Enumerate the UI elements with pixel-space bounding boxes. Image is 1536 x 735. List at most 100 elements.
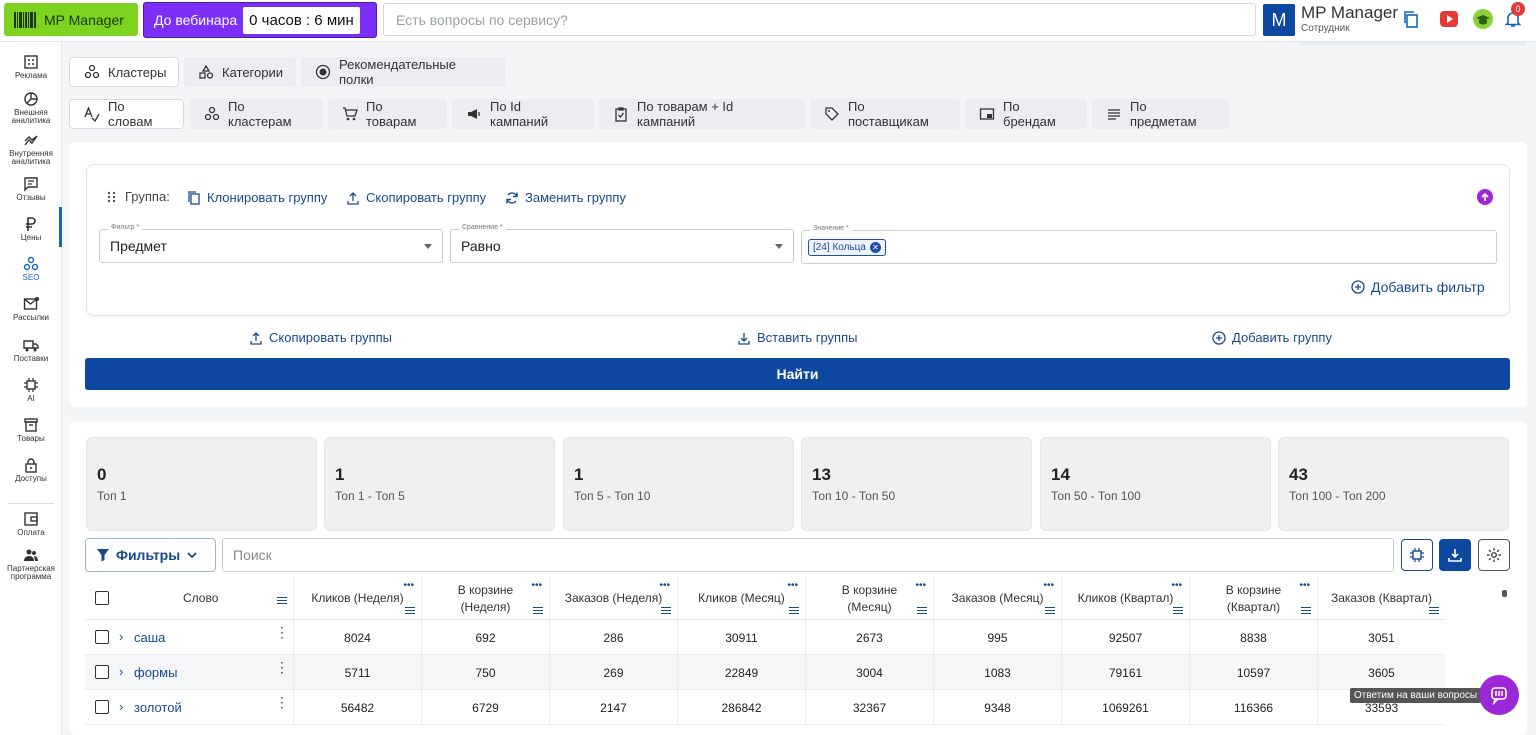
table-row[interactable]: › формы ⋮ 5711 750 269 22849 3004 1083 7… xyxy=(85,655,1445,690)
column-menu-icon[interactable] xyxy=(1429,607,1439,614)
column-menu-icon[interactable] xyxy=(1045,607,1055,614)
row-checkbox[interactable] xyxy=(95,630,109,644)
copy-group-button[interactable]: Скопировать группу xyxy=(346,190,486,205)
table-settings-button[interactable] xyxy=(1478,539,1510,571)
value-field[interactable]: Значение * [24] Кольца ✕ xyxy=(801,225,1497,264)
paste-groups-button[interactable]: Вставить группы xyxy=(737,330,857,345)
sidebar-item-prices[interactable]: Цены xyxy=(0,216,62,242)
sidebar-item-label: Товары xyxy=(17,434,45,443)
row-menu-icon[interactable]: ⋮ xyxy=(275,695,289,709)
table-row[interactable]: › саша ⋮ 8024 692 286 30911 2673 995 925… xyxy=(85,620,1445,655)
stat-card[interactable]: 14 Топ 50 - Топ 100 xyxy=(1040,437,1271,531)
remove-tag-icon[interactable]: ✕ xyxy=(869,241,881,253)
sidebar-item-partners[interactable]: Партнерская программа xyxy=(0,547,62,581)
tab-by-campaign-ids[interactable]: По Id кампаний xyxy=(452,99,594,129)
sidebar-item-supplies[interactable]: Поставки xyxy=(0,337,62,363)
keyword-link[interactable]: золотой xyxy=(134,700,182,715)
stat-card[interactable]: 1 Топ 1 - Топ 5 xyxy=(324,437,555,531)
copy-groups-button[interactable]: Скопировать группы xyxy=(249,330,392,345)
add-group-button[interactable]: Добавить группу xyxy=(1212,330,1332,345)
stat-card[interactable]: 43 Топ 100 - Топ 200 xyxy=(1278,437,1509,531)
filters-button[interactable]: Фильтры xyxy=(85,538,216,572)
sidebar-item-payment[interactable]: Оплата xyxy=(0,511,62,537)
add-filter-button[interactable]: Добавить фильтр xyxy=(1351,279,1485,295)
scrollbar-thumb[interactable] xyxy=(1502,590,1507,597)
column-menu-icon[interactable] xyxy=(405,607,415,614)
tab-recommendation-shelves[interactable]: Рекомендательные полки xyxy=(301,57,505,87)
export-button[interactable] xyxy=(1439,539,1471,571)
webinar-button[interactable]: До вебинара 0 часов : 6 мин xyxy=(143,2,377,38)
sidebar-item-seo[interactable]: SEO xyxy=(0,256,62,282)
tab-by-suppliers[interactable]: По поставщикам xyxy=(810,99,960,129)
row-checkbox[interactable] xyxy=(95,665,109,679)
education-icon[interactable] xyxy=(1472,8,1494,30)
column-menu-icon[interactable] xyxy=(789,607,799,614)
sidebar-item-mailings[interactable]: Рассылки xyxy=(0,296,62,322)
sidebar-item-internal-analytics[interactable]: Внутренняя аналитика xyxy=(0,132,62,166)
more-icon[interactable]: ••• xyxy=(1043,581,1054,591)
clone-group-button[interactable]: Клонировать группу xyxy=(187,190,327,205)
tab-by-clusters[interactable]: По кластерам xyxy=(190,99,323,129)
tab-by-products[interactable]: По товарам xyxy=(328,99,447,129)
keyword-link[interactable]: саша xyxy=(134,630,165,645)
expand-chevron-icon[interactable]: › xyxy=(119,699,123,714)
collapse-group-button[interactable] xyxy=(1477,189,1493,205)
search-input[interactable] xyxy=(222,538,1394,572)
column-menu-icon[interactable] xyxy=(1301,607,1311,614)
more-icon[interactable]: ••• xyxy=(1171,581,1182,591)
tab-by-brands[interactable]: По брендам xyxy=(965,99,1087,129)
row-menu-icon[interactable]: ⋮ xyxy=(275,660,289,674)
more-icon[interactable]: ••• xyxy=(659,581,670,591)
more-icon[interactable]: ••• xyxy=(787,581,798,591)
more-icon[interactable]: ••• xyxy=(403,581,414,591)
sidebar-item-ads[interactable]: Реклама xyxy=(0,54,62,80)
tab-by-subjects[interactable]: По предметам xyxy=(1092,99,1229,129)
column-menu-icon[interactable] xyxy=(533,607,543,614)
more-icon[interactable]: ••• xyxy=(915,581,926,591)
drag-handle-icon[interactable] xyxy=(105,190,119,204)
column-menu-icon[interactable] xyxy=(661,607,671,614)
value-tag-label: [24] Кольца xyxy=(813,241,866,253)
row-menu-icon[interactable]: ⋮ xyxy=(275,625,289,639)
chat-button[interactable] xyxy=(1479,675,1519,715)
sidebar-item-label: Реклама xyxy=(14,71,48,80)
column-menu-icon[interactable] xyxy=(277,597,287,604)
stat-card[interactable]: 0 Топ 1 xyxy=(86,437,317,531)
sidebar-item-access[interactable]: Доступы xyxy=(0,457,62,483)
more-icon[interactable]: ••• xyxy=(531,581,542,591)
sidebar-item-products[interactable]: Товары xyxy=(0,417,62,443)
table-row[interactable]: › золотой ⋮ 56482 6729 2147 286842 32367… xyxy=(85,690,1445,725)
logo-button[interactable]: MP Manager xyxy=(4,3,138,36)
ask-question-input[interactable] xyxy=(383,3,1256,36)
copy-icon[interactable] xyxy=(1400,8,1422,30)
more-icon[interactable]: ••• xyxy=(1299,581,1310,591)
sidebar-item-ai[interactable]: AI xyxy=(0,377,62,403)
find-button[interactable]: Найти xyxy=(85,358,1510,390)
sidebar-item-external-analytics[interactable]: Внешняя аналитика xyxy=(0,91,62,125)
column-menu-icon[interactable] xyxy=(1173,607,1183,614)
column-menu-icon[interactable] xyxy=(917,607,927,614)
avatar[interactable]: M xyxy=(1263,4,1295,36)
user-name[interactable]: MP Manager xyxy=(1301,3,1398,23)
column-header: Кликов (Квартал) ••• xyxy=(1062,577,1190,620)
keyword-link[interactable]: формы xyxy=(134,665,177,680)
tab-categories[interactable]: Категории xyxy=(184,57,296,87)
stat-value: 0 xyxy=(97,465,107,484)
tab-by-words[interactable]: По словам xyxy=(69,99,184,129)
gear-icon xyxy=(1487,548,1501,562)
stat-card[interactable]: 1 Топ 5 - Топ 10 xyxy=(563,437,794,531)
tab-by-products-and-campaigns[interactable]: По товарам + Id кампаний xyxy=(599,99,805,129)
expand-chevron-icon[interactable]: › xyxy=(119,629,123,644)
replace-group-button[interactable]: Заменить группу xyxy=(505,190,626,205)
comparison-select[interactable]: Сравнение * Равно xyxy=(450,224,794,263)
ai-button[interactable] xyxy=(1401,539,1433,571)
sidebar-item-label: Внешняя аналитика xyxy=(11,108,51,125)
filter-select[interactable]: Фильтр * Предмет xyxy=(99,224,443,263)
sidebar-item-reviews[interactable]: Отзывы xyxy=(0,176,62,202)
stat-card[interactable]: 13 Топ 10 - Топ 50 xyxy=(801,437,1032,531)
row-checkbox[interactable] xyxy=(95,700,109,714)
expand-chevron-icon[interactable]: › xyxy=(119,664,123,679)
tab-clusters[interactable]: Кластеры xyxy=(69,57,179,87)
video-icon[interactable] xyxy=(1438,8,1460,30)
select-all-checkbox[interactable] xyxy=(95,591,109,605)
